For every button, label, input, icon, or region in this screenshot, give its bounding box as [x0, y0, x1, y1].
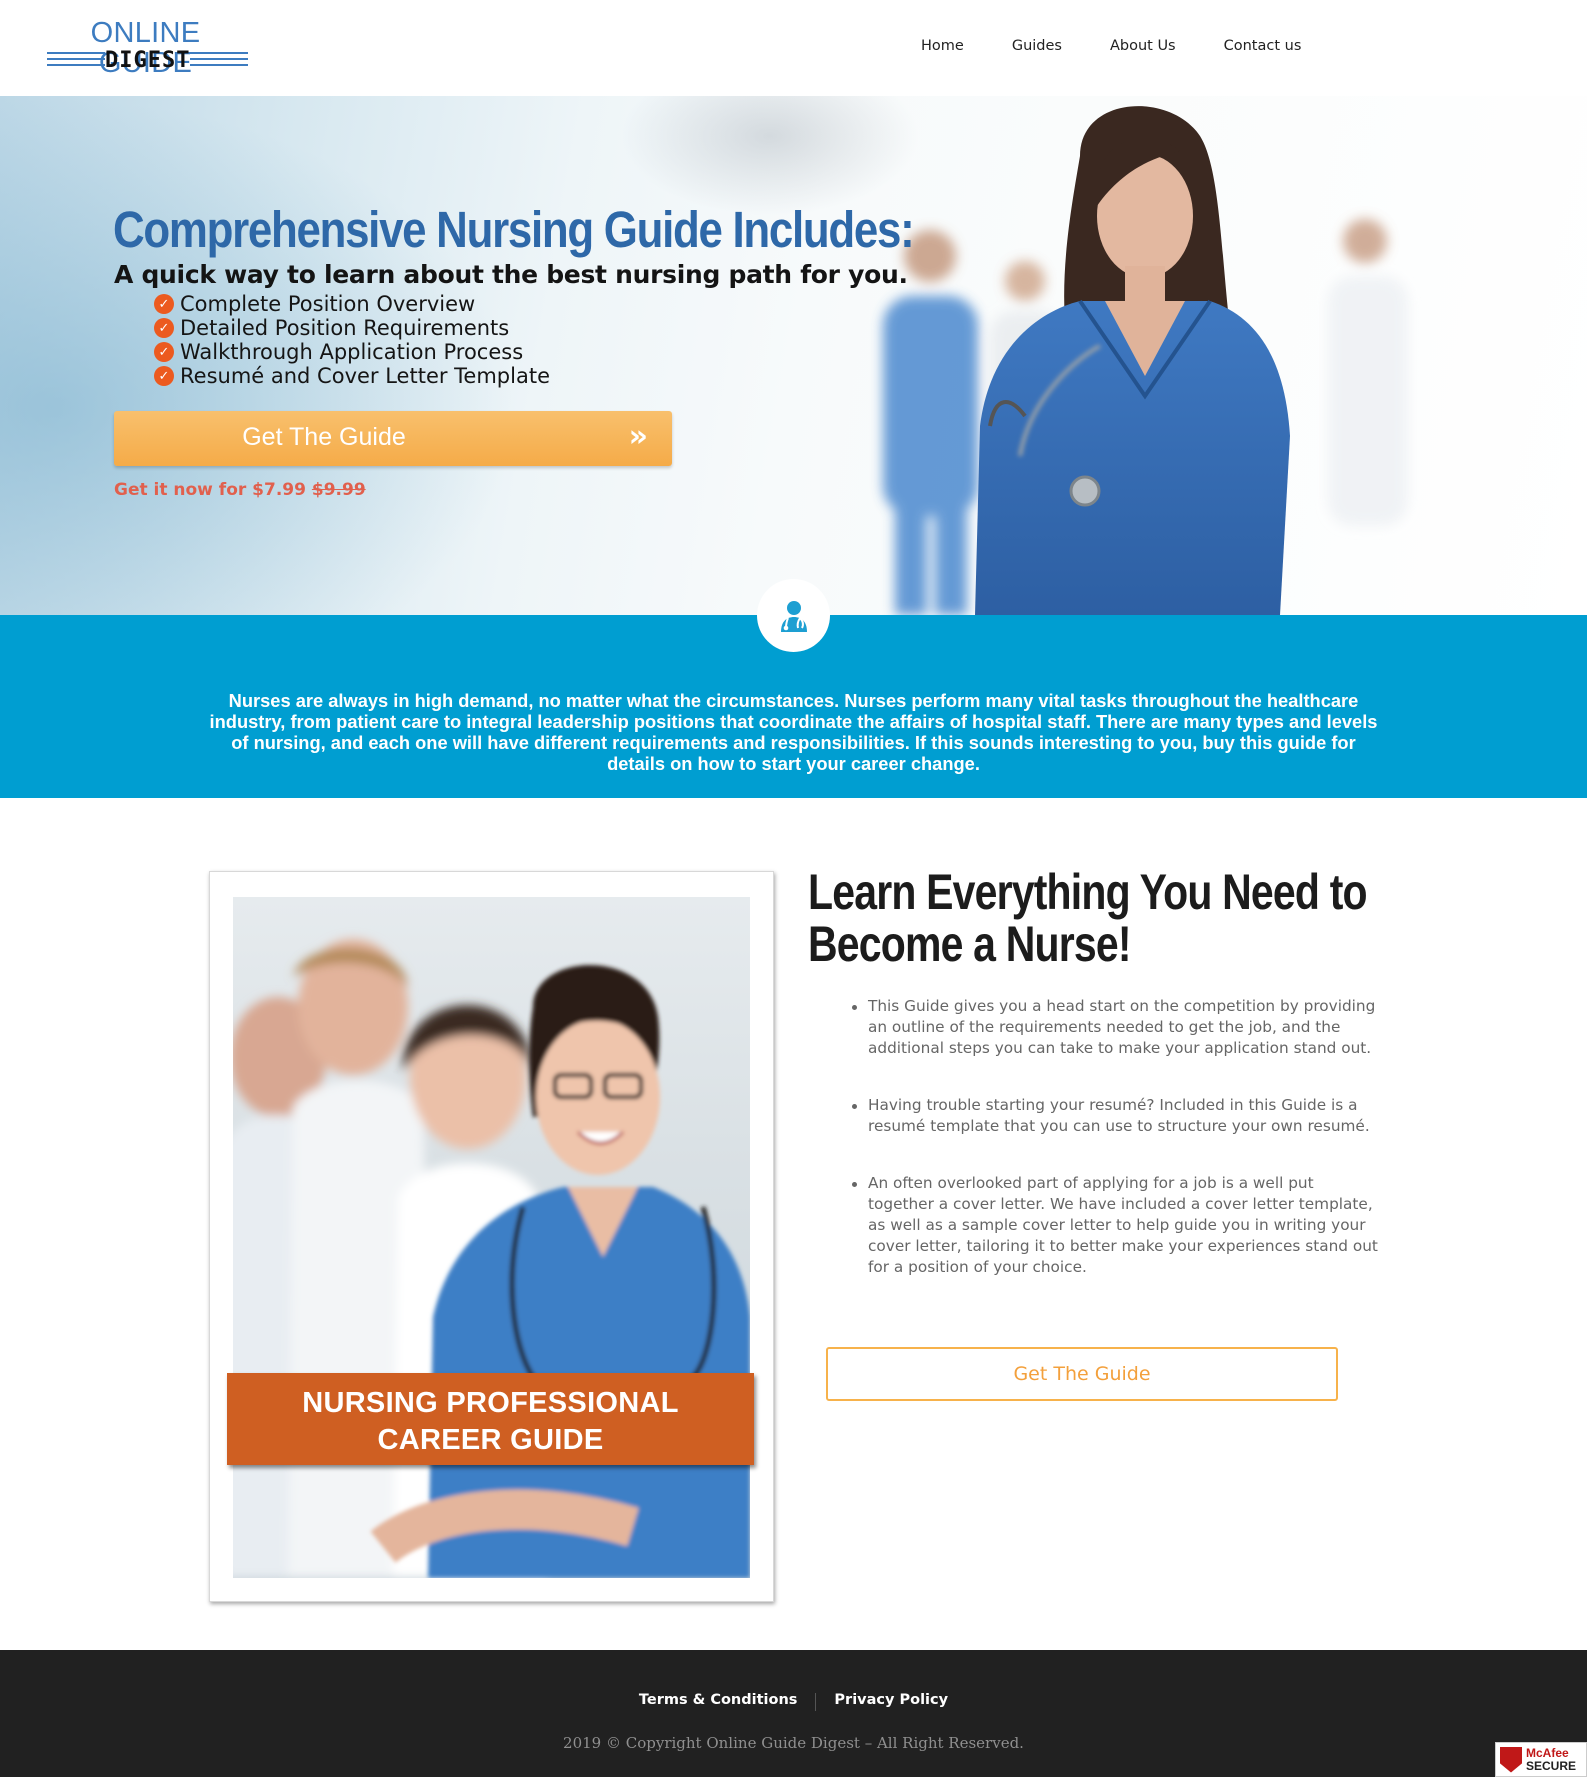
guide-cover-title: NURSING PROFESSIONAL CAREER GUIDE — [227, 1373, 754, 1465]
site-header: ONLINE GUIDE DIGEST Home Guides About Us… — [0, 0, 1587, 96]
mcafee-label: SECURE — [1526, 1758, 1577, 1773]
check-icon: ✓ — [154, 366, 174, 386]
privacy-link[interactable]: Privacy Policy — [816, 1692, 966, 1711]
get-guide-button-hero[interactable]: Get The Guide » — [114, 411, 672, 466]
guide-cover-title-line2: CAREER GUIDE — [377, 1424, 604, 1456]
logo-lines-left — [47, 52, 105, 70]
mcafee-badge-text: McAfee SECURE — [1526, 1745, 1577, 1773]
copyright-text: 2019 © Copyright Online Guide Digest – A… — [563, 1734, 1024, 1752]
shield-icon — [1500, 1746, 1522, 1773]
product-heading-line1: Learn Everything You Need to — [808, 864, 1368, 920]
footer-links: Terms & Conditions Privacy Policy — [0, 1692, 1587, 1711]
mcafee-secure-badge[interactable]: McAfee SECURE — [1495, 1742, 1587, 1777]
nav-guides[interactable]: Guides — [1012, 38, 1062, 54]
feature-list: ✓ Complete Position Overview ✓ Detailed Po… — [154, 292, 550, 388]
get-guide-button-secondary[interactable]: Get The Guide — [826, 1347, 1338, 1401]
nav-contact-us[interactable]: Contact us — [1224, 38, 1302, 54]
feature-item: ✓ Walkthrough Application Process — [154, 340, 550, 364]
benefit-item: This Guide gives you a head start on the… — [852, 996, 1383, 1059]
site-footer: Terms & Conditions Privacy Policy 2019 ©… — [0, 1650, 1587, 1777]
guide-cover-photo — [233, 897, 750, 1578]
hero-title: Comprehensive Nursing Guide Includes: — [113, 201, 915, 258]
feature-label: Complete Position Overview — [180, 292, 476, 316]
product-heading: Learn Everything You Need to Become a Nu… — [808, 866, 1368, 972]
price-text: Get it now for $7.99 $9.99 — [114, 480, 366, 500]
check-icon: ✓ — [154, 342, 174, 362]
check-icon: ✓ — [154, 294, 174, 314]
guide-cover-title-line1: NURSING PROFESSIONAL — [302, 1387, 679, 1419]
hero-subtitle: A quick way to learn about the best nurs… — [114, 260, 908, 289]
check-icon: ✓ — [154, 318, 174, 338]
site-logo[interactable]: ONLINE GUIDE DIGEST — [43, 18, 248, 78]
price-old: $9.99 — [311, 480, 366, 500]
benefit-item: Having trouble starting your resumé? Inc… — [852, 1095, 1383, 1137]
main-nav: Home Guides About Us Contact us — [921, 38, 1349, 54]
hero-section: Comprehensive Nursing Guide Includes: A … — [0, 96, 1587, 615]
get-guide-label: Get The Guide — [242, 423, 406, 451]
feature-item: ✓ Complete Position Overview — [154, 292, 550, 316]
price-current: Get it now for $7.99 — [114, 480, 312, 500]
info-band-text: Nurses are always in high demand, no mat… — [209, 690, 1378, 774]
logo-text-bottom: DIGEST — [105, 48, 191, 73]
double-chevron-right-icon: » — [628, 419, 648, 454]
benefits-list: This Guide gives you a head start on the… — [852, 996, 1383, 1314]
product-heading-line2: Become a Nurse! — [808, 916, 1131, 972]
guide-cover: NURSING PROFESSIONAL CAREER GUIDE — [209, 871, 774, 1602]
feature-label: Detailed Position Requirements — [180, 316, 510, 340]
nav-home[interactable]: Home — [921, 38, 964, 54]
terms-link[interactable]: Terms & Conditions — [621, 1692, 816, 1711]
benefit-item: An often overlooked part of applying for… — [852, 1173, 1383, 1278]
feature-label: Walkthrough Application Process — [180, 340, 524, 364]
hero-nurses-image — [883, 106, 1408, 615]
mcafee-brand: McAfee — [1526, 1745, 1569, 1760]
feature-item: ✓ Resumé and Cover Letter Template — [154, 364, 550, 388]
feature-item: ✓ Detailed Position Requirements — [154, 316, 550, 340]
feature-label: Resumé and Cover Letter Template — [180, 364, 550, 388]
nav-about-us[interactable]: About Us — [1110, 38, 1176, 54]
logo-lines-right — [190, 52, 248, 70]
nurse-icon — [757, 579, 830, 652]
